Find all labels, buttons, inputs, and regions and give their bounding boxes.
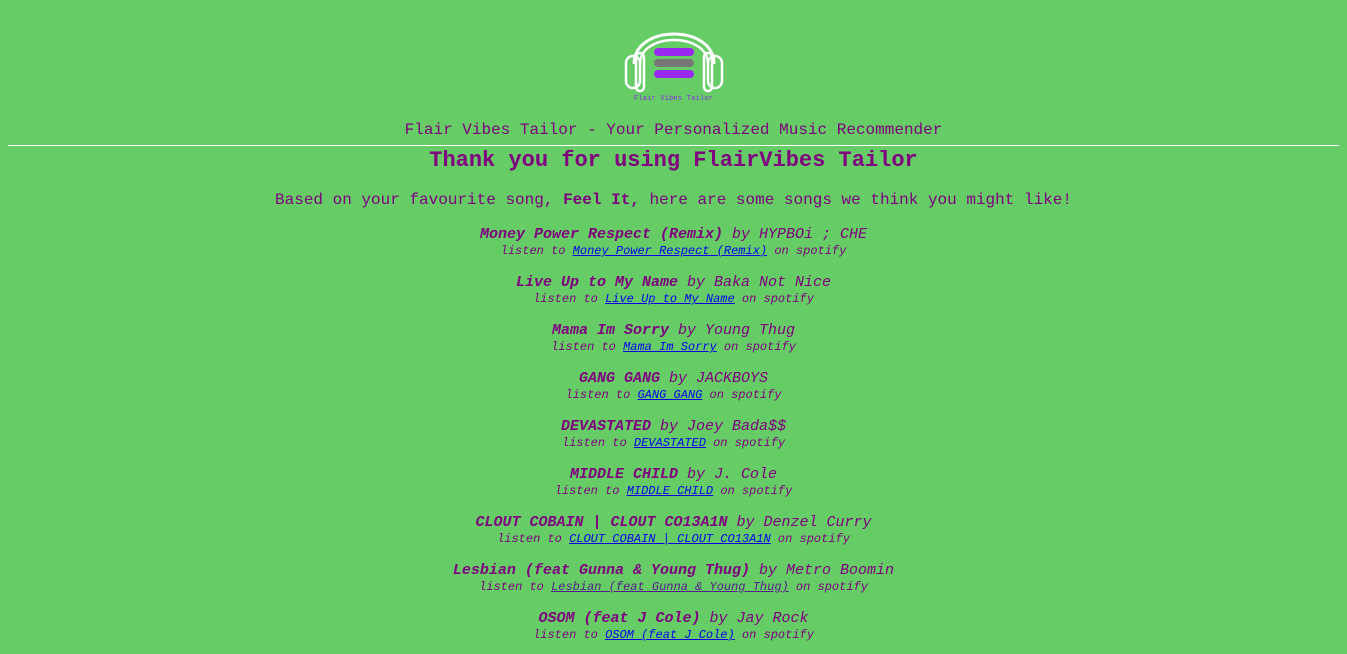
song-listen-line: listen to DEVASTATED on spotify (0, 435, 1347, 451)
song-listen-line: listen to GANG GANG on spotify (0, 387, 1347, 403)
headphones-icon (624, 32, 723, 93)
favourite-song: Feel It, (563, 191, 640, 209)
song-title: Live Up to My Name (515, 274, 678, 291)
song-artist: HYPBOi ; CHE (759, 226, 868, 243)
song-listen-line: listen to MIDDLE CHILD on spotify (0, 483, 1347, 499)
spotify-link[interactable]: GANG GANG (637, 388, 702, 402)
song-item: CLOUT COBAIN | CLOUT CO13A1N by Denzel C… (0, 515, 1347, 547)
divider (8, 145, 1339, 146)
song-listen-line: listen to Live Up to My Name on spotify (0, 291, 1347, 307)
song-heading: Live Up to My Name by Baka Not Nice (0, 275, 1347, 291)
listen-to-label: listen to (500, 244, 566, 258)
song-listen-line: listen to CLOUT COBAIN | CLOUT CO13A1N o… (0, 531, 1347, 547)
on-spotify-label: on spotify (795, 580, 868, 594)
song-heading: OSOM (feat J Cole) by Jay Rock (0, 611, 1347, 627)
on-spotify-label: on spotify (720, 484, 793, 498)
spotify-link[interactable]: DEVASTATED (634, 436, 706, 450)
song-listen-line: listen to Mama Im Sorry on spotify (0, 339, 1347, 355)
by-label: by (732, 226, 751, 243)
song-listen-line: listen to Lesbian (feat Gunna & Young Th… (0, 579, 1347, 595)
song-title: DEVASTATED (560, 418, 651, 435)
song-title: GANG GANG (578, 370, 660, 387)
intro-suffix: here are some songs we think you might l… (649, 191, 1072, 209)
by-label: by (659, 418, 678, 435)
on-spotify-label: on spotify (709, 388, 782, 402)
by-label: by (687, 466, 706, 483)
song-listen-line: listen to Money Power Respect (Remix) on… (0, 243, 1347, 259)
by-label: by (668, 370, 687, 387)
logo-caption: Flair Vibes Tailor (633, 95, 714, 103)
by-label: by (709, 610, 728, 627)
song-heading: Lesbian (feat Gunna & Young Thug) by Met… (0, 563, 1347, 579)
song-title: OSOM (feat J Cole) (538, 610, 701, 627)
song-title: Mama Im Sorry (551, 322, 669, 339)
on-spotify-label: on spotify (713, 436, 786, 450)
song-item: OSOM (feat J Cole) by Jay Rock listen to … (0, 611, 1347, 643)
listen-to-label: listen to (554, 484, 620, 498)
song-heading: Mama Im Sorry by Young Thug (0, 323, 1347, 339)
song-title: MIDDLE CHILD (569, 466, 678, 483)
on-spotify-label: on spotify (777, 532, 850, 546)
song-item: GANG GANG by JACKBOYS listen to GANG GANG… (0, 371, 1347, 403)
spotify-link[interactable]: CLOUT COBAIN | CLOUT CO13A1N (569, 532, 771, 546)
listen-to-label: listen to (479, 580, 544, 594)
song-artist: Baka Not Nice (714, 274, 832, 291)
by-label: by (736, 514, 755, 531)
song-heading: Money Power Respect (Remix) by HYPBOi ; … (0, 227, 1347, 243)
intro-text: Based on your favourite song, Feel It, h… (0, 191, 1347, 209)
spotify-link[interactable]: Mama Im Sorry (623, 340, 717, 354)
listen-to-label: listen to (565, 388, 631, 402)
song-artist: Metro Boomin (786, 562, 895, 579)
song-title: Money Power Respect (Remix) (479, 226, 723, 243)
intro-prefix: Based on your favourite song, (275, 191, 554, 209)
song-heading: CLOUT COBAIN | CLOUT CO13A1N by Denzel C… (0, 515, 1347, 531)
spotify-link[interactable]: Live Up to My Name (605, 292, 735, 306)
song-title: Lesbian (feat Gunna & Young Thug) (452, 562, 750, 579)
song-heading: GANG GANG by JACKBOYS (0, 371, 1347, 387)
song-artist: Joey Bada$$ (687, 418, 787, 435)
song-artist: JACKBOYS (696, 370, 769, 387)
song-item: DEVASTATED by Joey Bada$$ listen to DEVAS… (0, 419, 1347, 451)
listen-to-label: listen to (551, 340, 616, 354)
listen-to-label: listen to (533, 292, 598, 306)
on-spotify-label: on spotify (774, 244, 847, 258)
listen-to-label: listen to (533, 628, 598, 642)
song-heading: MIDDLE CHILD by J. Cole (0, 467, 1347, 483)
song-artist: Denzel Curry (763, 514, 872, 531)
listen-to-label: listen to (561, 436, 627, 450)
on-spotify-label: on spotify (723, 340, 796, 354)
by-label: by (759, 562, 778, 579)
song-title: CLOUT COBAIN | CLOUT CO13A1N (475, 514, 728, 531)
spotify-link[interactable]: Money Power Respect (Remix) (573, 244, 767, 258)
spotify-link[interactable]: Lesbian (feat Gunna & Young Thug) (551, 580, 789, 594)
on-spotify-label: on spotify (741, 628, 814, 642)
song-listen-line: listen to OSOM (feat J Cole) on spotify (0, 627, 1347, 643)
by-label: by (678, 322, 697, 339)
spotify-link[interactable]: MIDDLE CHILD (627, 484, 713, 498)
song-artist: J. Cole (714, 466, 778, 483)
song-heading: DEVASTATED by Joey Bada$$ (0, 419, 1347, 435)
listen-to-label: listen to (497, 532, 562, 546)
song-item: MIDDLE CHILD by J. Cole listen to MIDDLE … (0, 467, 1347, 499)
on-spotify-label: on spotify (741, 292, 814, 306)
spotify-link[interactable]: OSOM (feat J Cole) (605, 628, 735, 642)
headphones-logo: Flair Vibes Tailor (624, 6, 724, 104)
header: Flair Vibes Tailor Flair Vibes Tailor - … (0, 0, 1347, 139)
song-item: Lesbian (feat Gunna & Young Thug) by Met… (0, 563, 1347, 595)
page-tagline: Flair Vibes Tailor - Your Personalized M… (404, 121, 943, 139)
song-item: Live Up to My Name by Baka Not Nice liste… (0, 275, 1347, 307)
page-title: Thank you for using FlairVibes Tailor (429, 148, 918, 173)
song-item: Money Power Respect (Remix) by HYPBOi ; … (0, 227, 1347, 259)
song-item: Mama Im Sorry by Young Thug listen to Mam… (0, 323, 1347, 355)
by-label: by (686, 274, 705, 291)
song-list: Money Power Respect (Remix) by HYPBOi ; … (0, 227, 1347, 643)
song-artist: Young Thug (705, 322, 796, 339)
song-artist: Jay Rock (736, 610, 809, 627)
